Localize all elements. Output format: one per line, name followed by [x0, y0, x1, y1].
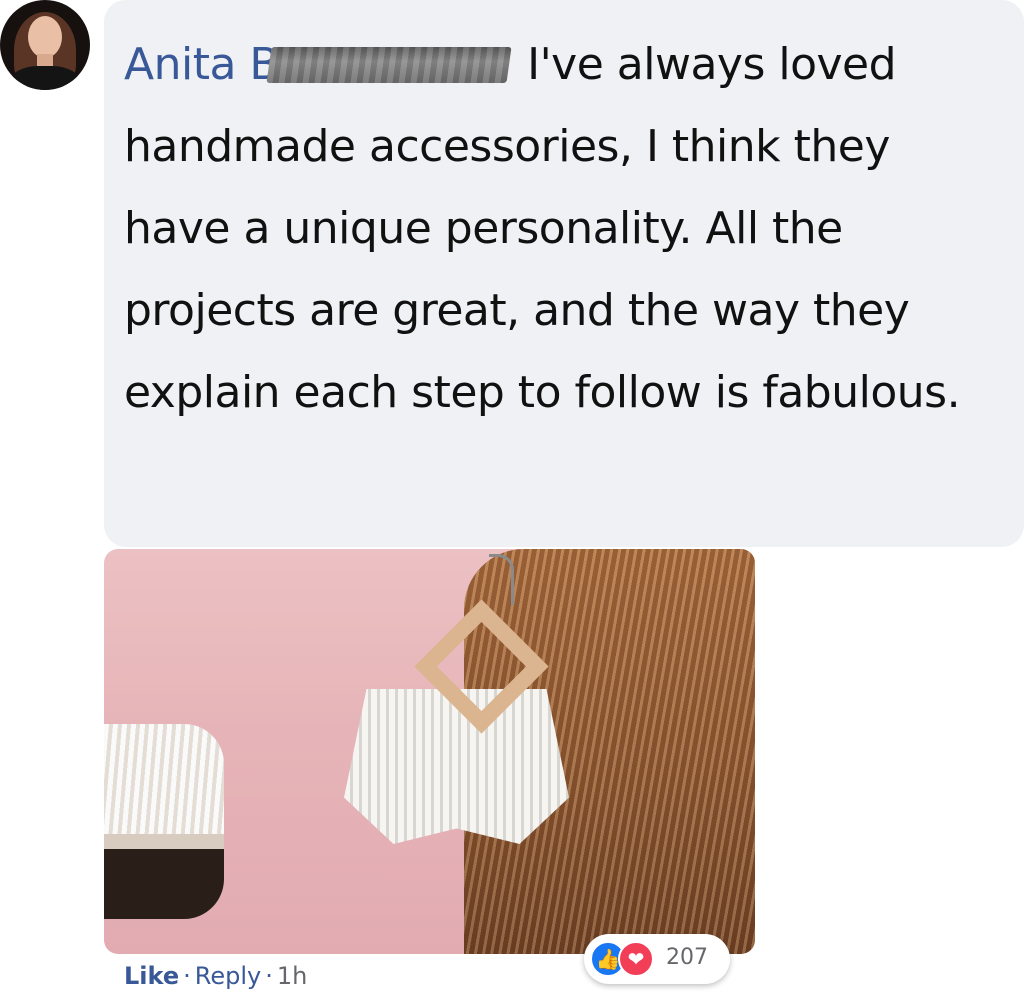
attached-photo[interactable] [104, 549, 755, 954]
reply-link[interactable]: Reply [195, 962, 261, 990]
separator: · [183, 962, 191, 990]
comment-body: Anita B I've always loved handmade access… [124, 24, 1004, 434]
author-name-link[interactable]: Anita B [124, 39, 280, 90]
reaction-count: 207 [666, 945, 708, 970]
photo-shoulder-garment [104, 724, 224, 919]
reactions-summary[interactable]: 👍 ❤ 207 [584, 934, 730, 984]
avatar-face [28, 16, 62, 58]
avatar[interactable] [0, 0, 90, 90]
name-redaction [266, 47, 512, 83]
timestamp[interactable]: 1h [277, 962, 307, 990]
earring-hook [489, 554, 514, 605]
earring-fringe [344, 689, 569, 844]
comment-actions: Like · Reply · 1h [124, 962, 307, 990]
like-link[interactable]: Like [124, 962, 179, 990]
heart-icon: ❤ [618, 941, 654, 977]
separator: · [265, 962, 273, 990]
avatar-shirt [10, 66, 80, 90]
comment-text: I've always loved handmade accessories, … [124, 39, 961, 418]
